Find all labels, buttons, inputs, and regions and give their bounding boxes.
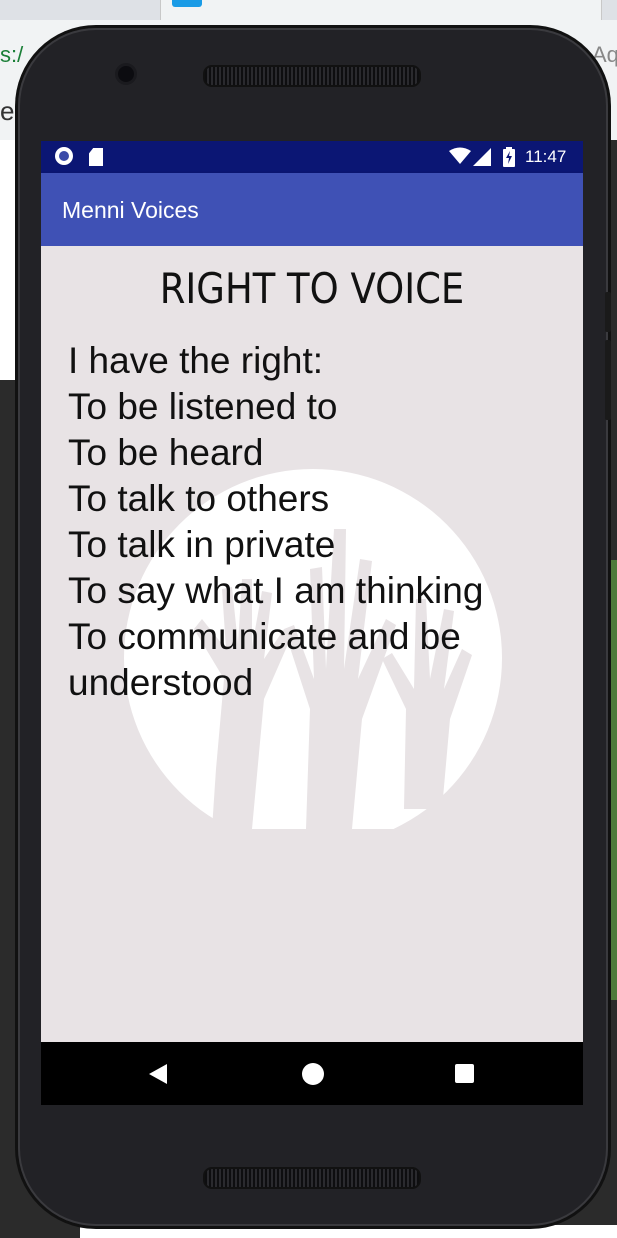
right-item: To be heard (68, 432, 264, 473)
wifi-icon (449, 147, 471, 164)
sd-card-icon (89, 148, 103, 166)
notification-circle-icon (55, 147, 73, 165)
navigation-bar (41, 1042, 583, 1105)
cell-signal-icon (473, 148, 491, 166)
device-screen: 11:47 Menni Voices RIGHT TO VOICE I have… (41, 141, 583, 1105)
background-footer (80, 1225, 617, 1238)
phone-side-button[interactable] (605, 292, 611, 332)
right-item: To communicate and be (68, 616, 461, 657)
right-item: To be listened to (68, 386, 338, 427)
home-icon[interactable] (302, 1063, 324, 1085)
rights-intro: I have the right: (68, 340, 324, 381)
app-bar: Menni Voices (41, 173, 583, 246)
right-item: To talk in private (68, 524, 336, 565)
recents-icon[interactable] (455, 1064, 474, 1083)
front-camera-icon (118, 66, 134, 82)
right-item-continued: understood (68, 662, 254, 703)
browser-tab[interactable] (160, 0, 602, 20)
battery-charging-icon (503, 147, 515, 167)
page-heading: RIGHT TO VOICE (159, 264, 465, 313)
tab-favicon-icon (172, 0, 202, 7)
back-icon[interactable] (149, 1064, 167, 1084)
bottom-speaker (203, 1167, 421, 1189)
rights-list: I have the right: To be listened to To b… (68, 338, 568, 706)
content-area[interactable]: RIGHT TO VOICE I have the right: To be l… (41, 246, 583, 1042)
right-item: To talk to others (68, 478, 330, 519)
app-title: Menni Voices (62, 197, 199, 223)
url-fragment-left: s:/ (0, 42, 24, 67)
volume-button[interactable] (605, 340, 611, 420)
earpiece-speaker (203, 65, 421, 87)
status-time: 11:47 (525, 147, 567, 166)
right-item: To say what I am thinking (68, 570, 484, 611)
status-bar: 11:47 (41, 141, 583, 173)
